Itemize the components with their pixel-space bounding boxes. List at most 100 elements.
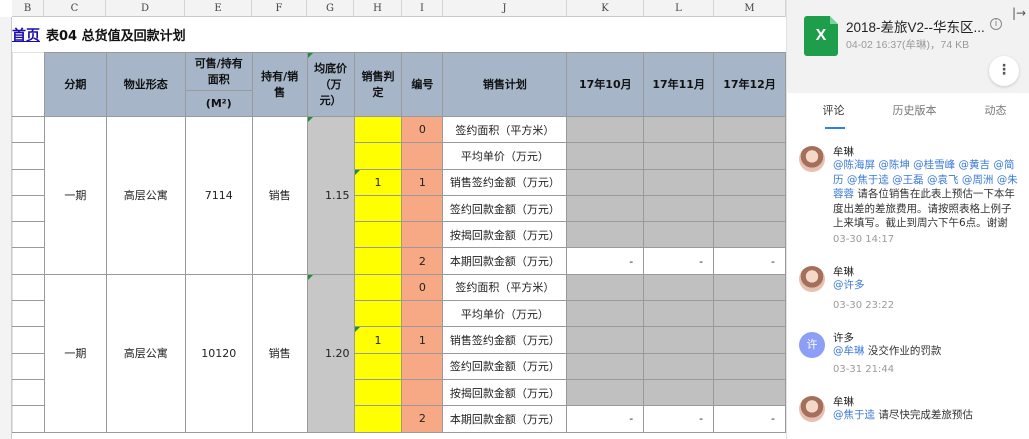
cell-month-3[interactable] (713, 194, 786, 223)
header-phase[interactable]: 分期 (43, 52, 107, 117)
more-options-button[interactable]: ⋮ (989, 56, 1019, 86)
cell-code[interactable] (401, 194, 444, 223)
cell-sales-flag[interactable] (353, 378, 403, 407)
cell-hold[interactable]: 销售 (251, 273, 308, 433)
cell-plan[interactable]: 本期回款金额（万元） (442, 247, 568, 275)
cell-month-3[interactable] (713, 300, 786, 328)
cell-sales-flag[interactable] (353, 247, 403, 275)
comment-author[interactable]: 牟琳 (833, 264, 854, 279)
cell-code[interactable] (401, 221, 444, 249)
col-header-L[interactable]: L (644, 0, 714, 17)
cell-price[interactable]: 1.15 (306, 116, 355, 275)
row-header-strip[interactable] (0, 17, 12, 439)
header-month-1[interactable]: 17年10月 (566, 52, 645, 117)
cell-month-3[interactable] (713, 273, 786, 302)
cell-plan[interactable]: 平均单价（万元） (442, 142, 568, 170)
cell-month-3[interactable] (713, 378, 786, 407)
cell-month-1[interactable] (566, 378, 645, 407)
cell-plan[interactable]: 本期回款金额（万元） (442, 405, 568, 433)
cell-area[interactable]: 10120 (184, 273, 253, 433)
cell-month-2[interactable] (643, 168, 715, 196)
avatar[interactable] (799, 146, 825, 172)
cell-plan[interactable]: 平均单价（万元） (442, 300, 568, 328)
cell-plan[interactable]: 销售签约金额（万元） (442, 326, 568, 354)
cell-month-1[interactable] (566, 326, 645, 354)
cell-month-2[interactable] (643, 142, 715, 170)
cell-property[interactable]: 高层公寓 (105, 116, 186, 275)
avatar[interactable] (799, 266, 825, 292)
cell-sales-flag[interactable] (353, 115, 403, 144)
cell-month-2[interactable] (643, 221, 715, 249)
cell-month-1[interactable]: - (566, 405, 645, 433)
col-header-K[interactable]: K (567, 0, 644, 17)
cell-month-3[interactable] (713, 115, 786, 144)
cell-code[interactable] (401, 142, 444, 170)
blank-cell[interactable] (12, 247, 45, 275)
cell-sales-flag[interactable] (353, 221, 403, 249)
comment-mentions[interactable]: @牟琳 (833, 345, 865, 357)
avatar[interactable]: 许 (799, 332, 825, 358)
cell-code[interactable] (401, 300, 444, 328)
col-header-F[interactable]: F (252, 0, 307, 17)
header-sales-flag[interactable]: 销售判定 (353, 52, 403, 117)
comment-author[interactable]: 牟琳 (833, 144, 854, 159)
cell-sales-flag[interactable] (353, 300, 403, 328)
header-property[interactable]: 物业形态 (105, 52, 186, 117)
comment-author[interactable]: 牟琳 (833, 394, 854, 409)
cell-sales-flag[interactable] (353, 405, 403, 433)
header-month-3[interactable]: 17年12月 (713, 52, 786, 117)
cell-sales-flag[interactable] (353, 142, 403, 170)
col-header-H[interactable]: H (354, 0, 402, 17)
cell-month-1[interactable] (566, 168, 645, 196)
header-price[interactable]: 均底价（万元） (306, 52, 355, 117)
cell-month-2[interactable] (643, 352, 715, 380)
cell-month-1[interactable] (566, 194, 645, 223)
file-name[interactable]: 2018-差旅V2--华东区... (846, 16, 1006, 36)
cell-plan[interactable]: 签约面积（平方米） (442, 273, 568, 302)
blank-cell[interactable] (12, 194, 45, 223)
cell-plan[interactable]: 签约回款金额（万元） (442, 194, 568, 223)
cell-plan[interactable]: 按揭回款金额（万元） (442, 378, 568, 407)
cell-month-3[interactable] (713, 142, 786, 170)
cell-plan[interactable]: 按揭回款金额（万元） (442, 221, 568, 249)
cell-month-1[interactable]: - (566, 247, 645, 275)
cell-plan[interactable]: 签约面积（平方米） (442, 115, 568, 144)
header-area[interactable]: 可售/持有面积 (184, 52, 253, 91)
cell-code[interactable]: 2 (401, 247, 444, 275)
info-icon[interactable]: i (990, 18, 1002, 30)
cell-month-3[interactable] (713, 326, 786, 354)
cell-plan[interactable]: 销售签约金额（万元） (442, 168, 568, 196)
blank-cell[interactable] (12, 168, 45, 196)
cell-month-2[interactable] (643, 115, 715, 144)
cell-code[interactable] (401, 352, 444, 380)
col-header-G[interactable]: G (307, 0, 354, 17)
cell-phase[interactable]: 一期 (43, 116, 107, 275)
cell-month-1[interactable] (566, 300, 645, 328)
cell-sales-flag[interactable] (353, 352, 403, 380)
tab-activity[interactable]: 动态 (961, 100, 1029, 128)
cell-month-2[interactable] (643, 326, 715, 354)
header-code[interactable]: 编号 (401, 52, 444, 117)
cell-month-2[interactable] (643, 194, 715, 223)
cell-code[interactable]: 1 (401, 326, 444, 354)
col-header-C[interactable]: C (44, 0, 106, 17)
header-month-2[interactable]: 17年11月 (643, 52, 715, 117)
blank-cell[interactable] (12, 52, 45, 117)
cell-phase[interactable]: 一期 (43, 273, 107, 433)
home-link[interactable]: 首页 (12, 25, 40, 45)
blank-cell[interactable] (12, 405, 45, 433)
cell-code[interactable]: 1 (401, 168, 444, 196)
collapse-panel-icon[interactable]: |→ (1012, 6, 1026, 20)
cell-month-2[interactable] (643, 378, 715, 407)
col-header-J[interactable]: J (443, 0, 567, 17)
cell-month-2[interactable] (643, 300, 715, 328)
blank-cell[interactable] (12, 221, 45, 249)
cell-month-1[interactable] (566, 115, 645, 144)
col-header-E[interactable]: E (185, 0, 252, 17)
cell-code[interactable] (401, 378, 444, 407)
tab-history[interactable]: 历史版本 (880, 100, 949, 128)
cell-code[interactable]: 2 (401, 405, 444, 433)
cell-month-3[interactable] (713, 352, 786, 380)
cell-month-2[interactable]: - (643, 405, 715, 433)
cell-code[interactable]: 0 (401, 115, 444, 144)
